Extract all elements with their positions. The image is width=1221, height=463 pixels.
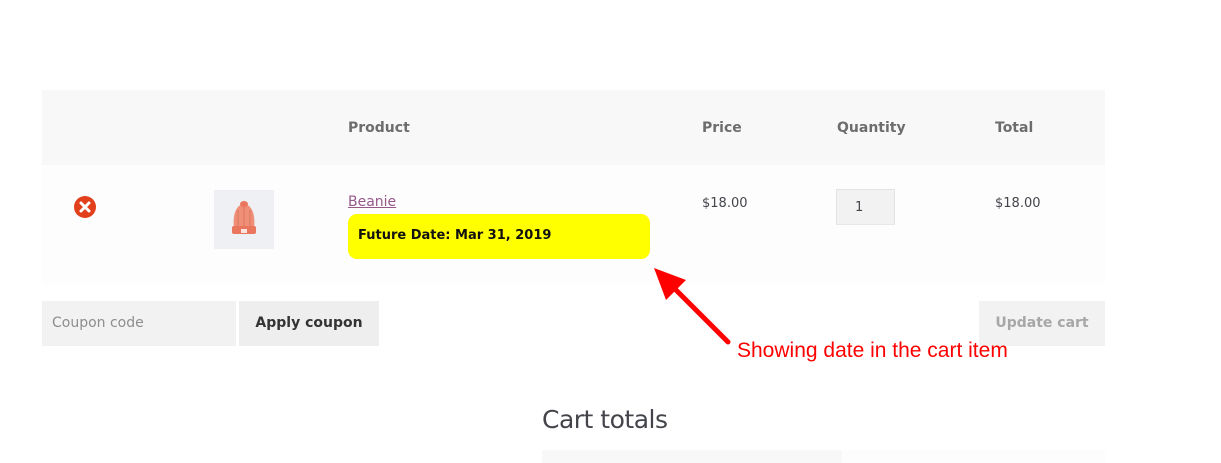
apply-coupon-button[interactable]: Apply coupon bbox=[239, 301, 379, 346]
cart-totals-table-edge-right bbox=[842, 450, 1105, 463]
annotation-arrow-icon bbox=[654, 268, 731, 345]
future-date-meta: Future Date: Mar 31, 2019 bbox=[348, 214, 650, 259]
cart-table-header: Product Price Quantity Total bbox=[42, 90, 1105, 165]
beanie-hat-icon bbox=[232, 201, 256, 234]
product-name-link[interactable]: Beanie bbox=[348, 194, 396, 210]
header-total: Total bbox=[995, 120, 1034, 136]
product-thumbnail[interactable] bbox=[214, 190, 274, 249]
annotation-text: Showing date in the cart item bbox=[737, 339, 1008, 362]
quantity-input[interactable]: 1 bbox=[836, 189, 895, 225]
item-total: $18.00 bbox=[995, 196, 1041, 211]
cart-totals-table-edge bbox=[542, 450, 842, 463]
header-product: Product bbox=[348, 120, 410, 136]
coupon-code-input[interactable]: Coupon code bbox=[42, 301, 236, 346]
header-price: Price bbox=[702, 120, 742, 136]
header-quantity: Quantity bbox=[837, 120, 906, 136]
cart-item-row: Beanie Future Date: Mar 31, 2019 $18.00 … bbox=[42, 165, 1105, 284]
item-price: $18.00 bbox=[702, 196, 748, 211]
remove-item-icon[interactable] bbox=[74, 196, 96, 218]
cart-totals-title: Cart totals bbox=[542, 405, 668, 434]
cart-table: Product Price Quantity Total Beanie Futu… bbox=[42, 90, 1105, 284]
